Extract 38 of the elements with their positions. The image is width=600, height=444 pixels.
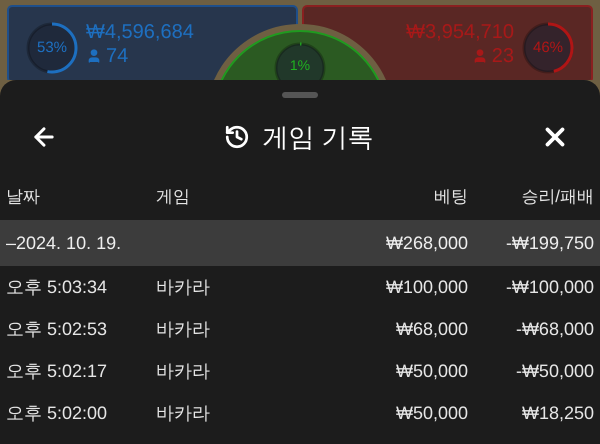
result-cell-text: -₩50,000	[514, 360, 594, 383]
drag-handle[interactable]	[282, 92, 318, 98]
bet-cell-text: ₩50,000	[394, 402, 468, 425]
date-group-row[interactable]: –2024. 10. 19. ₩268,000 -₩199,750	[0, 220, 600, 266]
percent-label: 1%	[290, 58, 310, 72]
game-cell-text: 바카라	[156, 402, 211, 425]
bet-amount: ₩4,596,684	[86, 22, 194, 42]
column-header: 게임	[156, 186, 191, 208]
player-count: 74	[106, 46, 128, 66]
game-cell-text: 바카라	[156, 360, 211, 383]
progress-ring	[26, 22, 78, 74]
user-icon	[86, 48, 102, 64]
player-count: 23	[492, 46, 514, 66]
result-cell-text: -₩68,000	[514, 318, 594, 341]
time-cell-text: 오후 5:02:53	[6, 318, 108, 341]
time-cell-text: 오후 5:02:17	[6, 360, 108, 383]
column-header: 승리/패배	[520, 186, 594, 208]
history-icon	[224, 124, 250, 150]
percent-label: 53%	[36, 38, 68, 58]
bet-cell-text: ₩50,000	[394, 360, 468, 383]
column-header: 베팅	[433, 186, 468, 208]
bet-cell-text: ₩268,000	[384, 232, 468, 254]
bet-cell-text: ₩68,000	[394, 318, 468, 341]
percent-label: 46%	[532, 38, 564, 58]
game-cell-text: 바카라	[156, 276, 211, 299]
date-cell-text: –2024. 10. 19.	[6, 232, 122, 254]
progress-ring	[522, 22, 574, 74]
result-cell-text: -₩100,000	[504, 276, 594, 299]
bet-cell-text: ₩100,000	[384, 276, 468, 299]
time-cell-text: 오후 5:02:00	[6, 402, 108, 425]
time-cell-text: 오후 5:03:34	[6, 276, 108, 299]
user-icon	[472, 48, 488, 64]
game-cell-text: 바카라	[156, 318, 211, 341]
column-header: 날짜	[6, 186, 41, 208]
result-cell-text: ₩18,250	[520, 402, 594, 425]
bet-amount: ₩3,954,710	[406, 22, 514, 42]
sheet-title: 게임 기록	[262, 120, 374, 154]
result-cell-text: -₩199,750	[504, 232, 594, 254]
